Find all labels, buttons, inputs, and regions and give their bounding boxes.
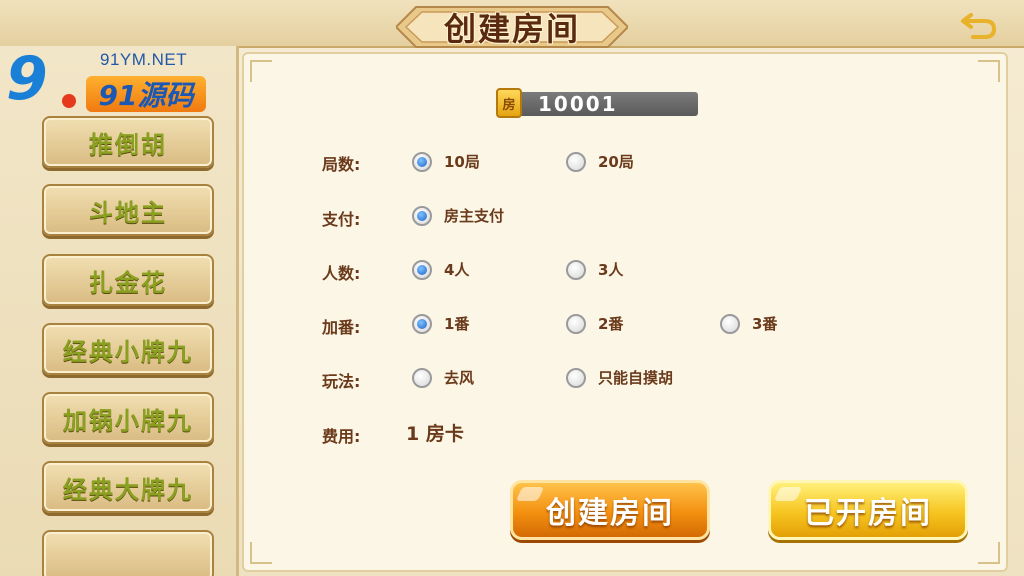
radio-unselected-icon [720,313,740,334]
rounds-option-20-label: 20局 [598,153,634,171]
rounds-option-20[interactable]: 20局 [566,151,634,172]
radio-unselected-icon [412,367,432,388]
panel-corner-ornament [978,542,1000,564]
multiplier-option-2-label: 2番 [598,315,624,333]
radio-selected-icon [412,205,432,226]
multiplier-option-2[interactable]: 2番 [566,313,623,334]
payment-label: 支付: [322,210,361,229]
radio-selected-icon [412,313,432,334]
players-option-4-label: 4人 [444,261,470,279]
radio-unselected-icon [566,313,586,334]
fee-label: 费用: [322,427,361,446]
room-icon: 房 [496,88,522,118]
rounds-label: 局数: [322,155,361,174]
radio-selected-icon [412,259,432,280]
title-plaque: 创建房间 [396,4,628,50]
players-option-3[interactable]: 3人 [566,259,623,280]
back-arrow-icon [961,13,997,39]
rounds-option-10-label: 10局 [444,153,480,171]
players-option-4[interactable]: 4人 [412,259,469,280]
sidebar-item-classic-big-paijiu[interactable]: 经典大牌九 [42,461,214,513]
create-room-button[interactable]: 创建房间 [510,480,710,540]
multiplier-option-1-label: 1番 [444,315,470,333]
sidebar-item-tuidaohu[interactable]: 推倒胡 [42,116,214,168]
rules-option-no-wind-label: 去风 [444,369,475,387]
room-number-display: 房 10001 [496,88,702,118]
game-sidebar: 推倒胡 斗地主 扎金花 经典小牌九 加锅小牌九 经典大牌九 [0,46,239,576]
opened-rooms-button[interactable]: 已开房间 [768,480,968,540]
radio-unselected-icon [566,259,586,280]
logo-dot [62,94,76,108]
radio-unselected-icon [566,367,586,388]
radio-selected-icon [412,151,432,172]
rules-option-self-draw-only[interactable]: 只能自摸胡 [566,367,673,388]
room-number: 10001 [514,92,698,116]
sidebar-item-pot-small-paijiu[interactable]: 加锅小牌九 [42,392,214,444]
panel-corner-ornament [978,60,1000,82]
rules-option-self-draw-only-label: 只能自摸胡 [598,369,674,387]
watermark-logo: 9 91YM.NET 91源码 [2,44,212,120]
payment-option-host-label: 房主支付 [444,207,505,225]
rounds-option-10[interactable]: 10局 [412,151,480,172]
logo-badge: 91源码 [86,76,206,112]
panel-corner-ornament [250,542,272,564]
rules-label: 玩法: [322,372,361,391]
rules-option-no-wind[interactable]: 去风 [412,367,474,388]
logo-url: 91YM.NET [100,50,188,69]
multiplier-option-3[interactable]: 3番 [720,313,777,334]
multiplier-option-3-label: 3番 [752,315,778,333]
sidebar-item-zhajinhua[interactable]: 扎金花 [42,254,214,306]
opened-rooms-button-label: 已开房间 [804,496,932,531]
panel-corner-ornament [250,60,272,82]
create-room-button-label: 创建房间 [546,496,674,531]
radio-unselected-icon [566,151,586,172]
button-shine [515,487,545,501]
page-title: 创建房间 [443,10,580,48]
logo-numerals: 9 [6,44,48,114]
fee-value: 1 房卡 [406,423,464,445]
sidebar-item-classic-small-paijiu[interactable]: 经典小牌九 [42,323,214,375]
players-option-3-label: 3人 [598,261,624,279]
players-label: 人数: [322,264,361,283]
sidebar-item-partial[interactable] [42,530,214,576]
multiplier-label: 加番: [322,318,361,337]
button-shine [773,487,803,501]
back-button[interactable] [960,8,998,42]
multiplier-option-1[interactable]: 1番 [412,313,469,334]
sidebar-item-doudizhu[interactable]: 斗地主 [42,184,214,236]
payment-option-host[interactable]: 房主支付 [412,205,504,226]
